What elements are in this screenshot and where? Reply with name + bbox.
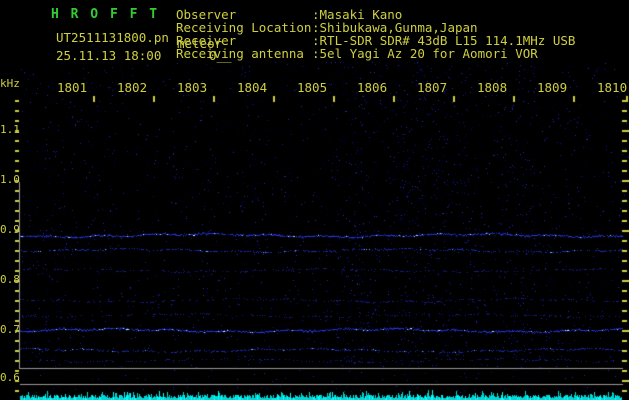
freq-axis-unit: kHz <box>0 77 20 90</box>
time-label: 1806 <box>357 80 388 95</box>
time-label: 1807 <box>417 80 448 95</box>
hrofft-window: H R O F F T UT2511131800.pn ¨ meteor 25.… <box>0 0 629 400</box>
freq-label: 0.7 <box>0 323 20 336</box>
freq-label: 0.8 <box>0 273 20 286</box>
freq-label: 0.6 <box>0 371 20 384</box>
time-label: 1802 <box>117 80 148 95</box>
time-label: 1803 <box>177 80 208 95</box>
freq-label: 1.1 <box>0 123 20 136</box>
field-label-antenna: Receiving antenna <box>176 46 304 61</box>
datetime-label: 25.11.13 18:00 <box>56 48 162 63</box>
time-label: 1801 <box>57 80 88 95</box>
app-title: H R O F F T <box>51 7 160 22</box>
time-label: 1804 <box>237 80 268 95</box>
time-label: 1810 <box>597 80 628 95</box>
time-label: 1808 <box>477 80 508 95</box>
capture-filename: UT2511131800.pn <box>56 30 169 45</box>
field-value-antenna: :5el Yagi Az 20 for Aomori VOR <box>312 46 538 61</box>
time-label: 1805 <box>297 80 328 95</box>
time-label: 1809 <box>537 80 568 95</box>
freq-label: 1.0 <box>0 173 20 186</box>
freq-label: 0.9 <box>0 223 20 236</box>
